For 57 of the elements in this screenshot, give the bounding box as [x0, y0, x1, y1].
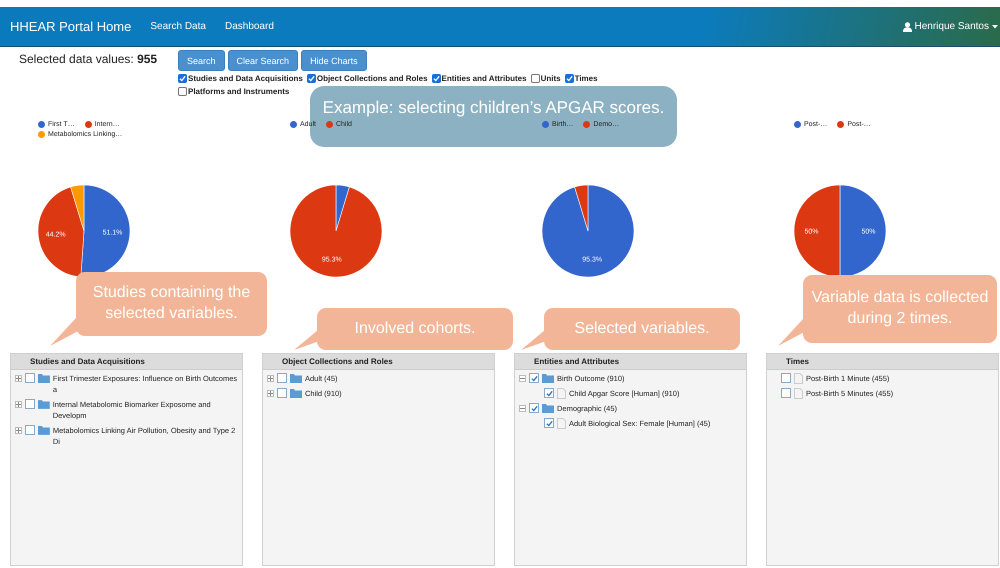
filter-checkbox[interactable]	[432, 74, 441, 83]
filter-label[interactable]: Units	[540, 74, 561, 83]
caret-icon	[992, 24, 998, 28]
folder-icon	[542, 403, 554, 413]
file-icon	[794, 373, 803, 384]
tree-checkbox[interactable]	[781, 388, 791, 398]
filter-label[interactable]: Times	[574, 74, 598, 83]
panel-title: Object Collections and Roles	[263, 354, 494, 370]
panel-title: Times	[767, 354, 998, 370]
collapse-icon[interactable]	[519, 375, 526, 382]
expand-icon[interactable]	[15, 401, 22, 408]
expand-icon[interactable]	[15, 375, 22, 382]
folder-icon	[542, 373, 554, 383]
filter-checkbox[interactable]	[564, 74, 574, 83]
file-icon	[557, 388, 566, 399]
folder-icon	[290, 373, 302, 383]
callout: Studies containing the selected variables.	[76, 272, 267, 336]
folder-icon	[38, 399, 50, 409]
user-menu[interactable]: Henrique Santos	[902, 21, 1000, 32]
folder-icon	[38, 425, 50, 435]
filter-label[interactable]: Studies and Data Acquisitions	[188, 74, 303, 83]
tree-checkbox[interactable]	[277, 373, 287, 383]
tree-checkbox[interactable]	[781, 373, 791, 383]
tree-checkbox[interactable]	[277, 388, 287, 398]
tree-checkbox[interactable]	[25, 425, 35, 435]
callout: Involved cohorts.	[317, 308, 513, 350]
filter-checkbox[interactable]	[178, 87, 187, 96]
tree-checkbox[interactable]	[544, 388, 554, 398]
panel-title: Studies and Data Acquisitions	[11, 354, 242, 370]
callout: Selected variables.	[544, 308, 740, 350]
user-icon	[902, 22, 912, 32]
nav-link[interactable]: Search Data	[150, 21, 206, 32]
note-text: Example: selecting children’s APGAR scores.	[322, 98, 666, 118]
selected-count: Selected data values: 955	[18, 51, 158, 68]
tree-checkbox[interactable]	[529, 373, 539, 383]
filter-label[interactable]: Object Collections and Roles	[316, 74, 428, 83]
expand-icon[interactable]	[15, 427, 22, 434]
panel-title: Entities and Attributes	[515, 354, 746, 370]
file-icon	[557, 418, 566, 429]
expand-icon[interactable]	[267, 375, 274, 382]
filter-label[interactable]: Platforms and Instruments	[188, 87, 290, 96]
filter-checkbox[interactable]	[178, 74, 187, 83]
expand-icon[interactable]	[267, 390, 274, 397]
nav-link[interactable]: Dashboard	[224, 21, 274, 32]
tree-checkbox[interactable]	[25, 373, 35, 383]
filter-label[interactable]: Entities and Attributes	[442, 74, 527, 83]
tree-checkbox[interactable]	[544, 418, 554, 428]
brand-link[interactable]: HHEAR Portal Home	[10, 19, 132, 34]
tree-checkbox[interactable]	[25, 399, 35, 409]
folder-icon	[38, 373, 50, 383]
filter-checkbox[interactable]	[306, 74, 316, 83]
folder-icon	[290, 388, 302, 398]
file-icon	[794, 388, 803, 399]
callout: Variable data is collected during 2 times.	[803, 275, 997, 343]
tree-checkbox[interactable]	[529, 403, 539, 413]
filter-checkbox[interactable]	[530, 74, 540, 83]
collapse-icon[interactable]	[519, 405, 526, 412]
